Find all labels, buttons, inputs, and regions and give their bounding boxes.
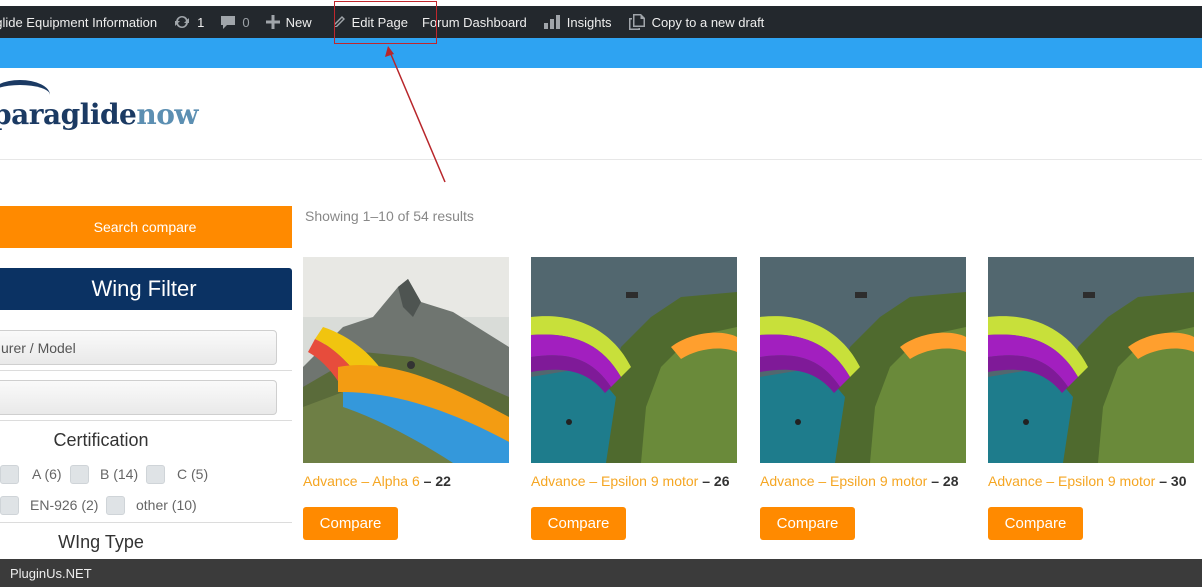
product-title-link[interactable]: Advance – Epsilon 9 motor – 26	[531, 473, 729, 489]
bar-chart-icon	[543, 15, 560, 29]
cert-label-a: A (6)	[32, 466, 62, 482]
cert-label-b: B (14)	[100, 466, 139, 482]
product-card: Advance – Alpha 6 – 22 Compare	[303, 257, 509, 540]
site-name: aglide Equipment Information	[0, 14, 158, 30]
product-separator: –	[1155, 473, 1171, 489]
copy-draft-link[interactable]: Copy to a new draft	[620, 6, 773, 38]
insights-link[interactable]: Insights	[535, 6, 620, 38]
admin-bar-inner: aglide Equipment Information 1 0 New Edi…	[0, 6, 1202, 38]
cert-checkbox-other[interactable]	[106, 496, 125, 515]
search-compare-button[interactable]: Search compare	[0, 206, 292, 248]
certification-title: Certification	[53, 430, 149, 450]
updates-link[interactable]: 1	[165, 6, 212, 38]
logo-text-main: paraglide	[0, 98, 137, 131]
product-image[interactable]	[760, 257, 966, 463]
product-image[interactable]	[988, 257, 1194, 463]
cert-label-en926: EN-926 (2)	[30, 497, 99, 513]
cert-label-c: C (5)	[177, 466, 209, 482]
site-name-link[interactable]: aglide Equipment Information	[0, 6, 165, 38]
divider	[0, 522, 292, 523]
compare-button[interactable]: Compare	[760, 507, 855, 540]
pencil-icon	[333, 16, 345, 27]
updates-count: 1	[197, 14, 205, 30]
product-count: 30	[1170, 473, 1187, 489]
cert-checkbox-b[interactable]	[70, 465, 89, 484]
cert-checkbox-en926[interactable]	[0, 496, 19, 515]
product-count: 22	[435, 473, 451, 489]
product-count: 28	[942, 473, 959, 489]
cert-checkbox-c[interactable]	[146, 465, 165, 484]
product-name: Advance – Epsilon 9 motor	[760, 473, 928, 489]
site-logo[interactable]: paraglidenow	[0, 98, 198, 131]
divider	[0, 370, 292, 371]
product-image[interactable]	[303, 257, 509, 463]
product-name: Advance – Epsilon 9 motor	[988, 473, 1156, 489]
copy-draft-label: Copy to a new draft	[651, 14, 765, 30]
forum-dashboard-link[interactable]: Forum Dashboard	[416, 6, 535, 38]
compare-button[interactable]: Compare	[988, 507, 1083, 540]
paraglider-coast-image	[760, 257, 966, 463]
product-title-link[interactable]: Advance – Epsilon 9 motor – 28	[760, 473, 958, 489]
copy-icon	[628, 14, 645, 30]
cert-label-other: other (10)	[136, 497, 197, 513]
new-label: New	[285, 14, 312, 30]
manufacturer-placeholder: urer / Model	[1, 339, 76, 356]
paraglider-coast-image	[988, 257, 1194, 463]
page: aglide Equipment Information 1 0 New Edi…	[0, 0, 1202, 587]
product-separator: –	[698, 473, 714, 489]
admin-bar: aglide Equipment Information 1 0 New Edi…	[0, 0, 1202, 44]
secondary-filter-input[interactable]	[0, 380, 277, 415]
wing-type-title: WIng Type	[58, 532, 144, 552]
compare-button[interactable]: Compare	[303, 507, 398, 540]
plus-icon	[265, 15, 280, 29]
forum-dashboard-label: Forum Dashboard	[421, 14, 527, 30]
compare-button[interactable]: Compare	[531, 507, 626, 540]
product-title-link[interactable]: Advance – Alpha 6 – 22	[303, 473, 451, 489]
product-title-link[interactable]: Advance – Epsilon 9 motor – 30	[988, 473, 1186, 489]
refresh-icon	[175, 15, 190, 29]
comment-icon	[221, 15, 236, 29]
logo-text-accent: now	[136, 98, 198, 131]
footer-text: PluginUs.NET	[10, 565, 92, 581]
wing-filter-title: Wing Filter	[0, 268, 292, 310]
product-image[interactable]	[531, 257, 737, 463]
product-count: 26	[713, 473, 730, 489]
product-card: Advance – Epsilon 9 motor – 30 Compare	[988, 257, 1194, 540]
results-count: Showing 1–10 of 54 results	[305, 208, 474, 224]
product-card: Advance – Epsilon 9 motor – 28 Compare	[760, 257, 966, 540]
top-color-strip	[0, 38, 1202, 68]
paraglider-coast-image	[531, 257, 737, 463]
site-header: paraglidenow	[0, 68, 1202, 160]
product-separator: –	[927, 473, 943, 489]
footer-bar: PluginUs.NET	[0, 559, 1202, 587]
product-separator: –	[419, 473, 436, 489]
edit-page-link[interactable]: Edit Page	[320, 6, 416, 38]
divider	[0, 420, 292, 421]
product-card: Advance – Epsilon 9 motor – 26 Compare	[531, 257, 737, 540]
product-name: Advance – Epsilon 9 motor	[531, 473, 699, 489]
edit-page-label: Edit Page	[351, 14, 408, 30]
manufacturer-model-input[interactable]: urer / Model	[0, 330, 277, 365]
comments-count: 0	[242, 14, 250, 30]
cert-checkbox-a[interactable]	[0, 465, 19, 484]
insights-label: Insights	[566, 14, 612, 30]
comments-link[interactable]: 0	[212, 6, 257, 38]
new-content-link[interactable]: New	[258, 6, 320, 38]
paraglider-mountain-image	[303, 257, 509, 463]
product-name: Advance – Alpha 6	[303, 473, 420, 489]
